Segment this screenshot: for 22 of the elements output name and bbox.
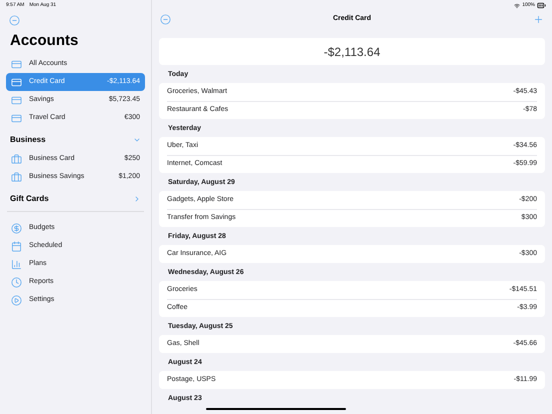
card-icon	[11, 58, 22, 70]
sidebar-title: Accounts	[9, 32, 80, 50]
wifi-icon	[514, 2, 520, 8]
briefcase-icon	[11, 154, 22, 164]
add-icon[interactable]	[533, 14, 544, 25]
battery-icon	[537, 1, 546, 10]
group-header: Business	[10, 134, 47, 146]
dollar-circle-icon	[11, 222, 22, 234]
chevron-right-icon[interactable]	[133, 195, 141, 203]
play-circle-icon	[11, 294, 22, 306]
group-header: Gift Cards	[10, 193, 50, 205]
calendar-icon	[11, 240, 22, 252]
card-icon	[11, 76, 22, 88]
minus-circle-icon[interactable]	[160, 14, 171, 25]
balance-amount: -$2,113.64	[324, 44, 380, 60]
card-icon	[11, 94, 22, 106]
chevron-down-icon[interactable]	[133, 136, 141, 144]
briefcase-icon	[11, 172, 22, 182]
minus-circle-icon[interactable]	[9, 15, 20, 26]
clock-icon	[11, 276, 22, 288]
bar-chart-icon	[11, 258, 22, 270]
card-icon	[11, 112, 22, 124]
